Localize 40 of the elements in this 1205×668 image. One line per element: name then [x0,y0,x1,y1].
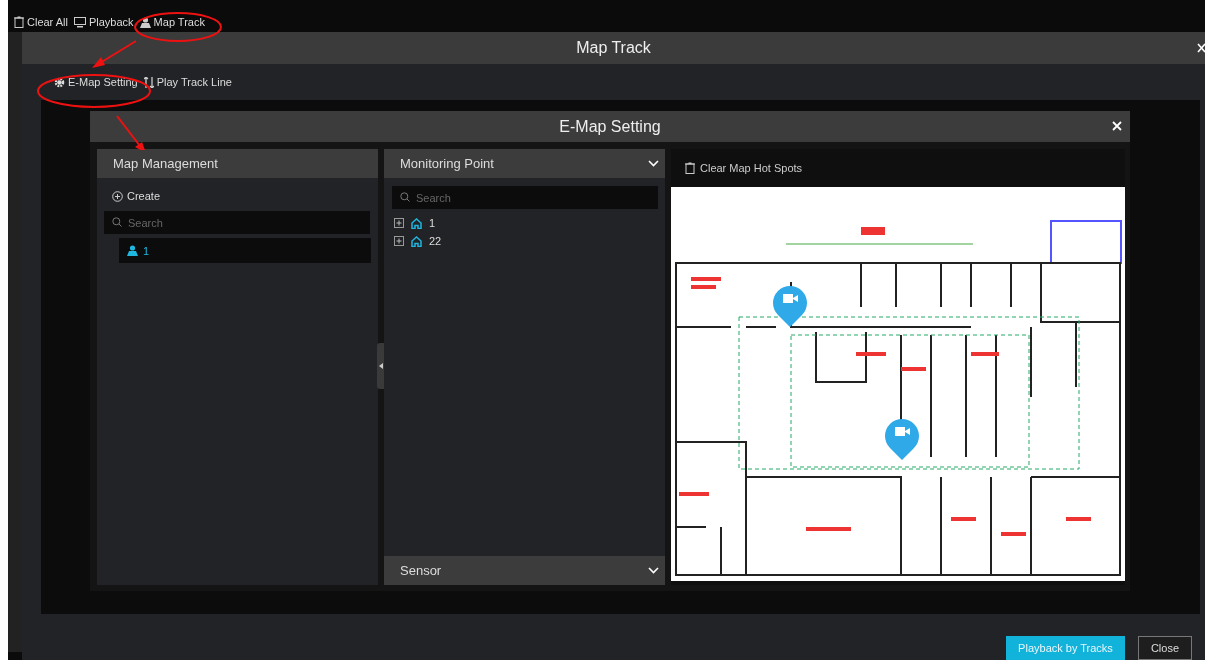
clear-hot-spots-button[interactable]: Clear Map Hot Spots [679,161,809,175]
dialog-title: Map Track [576,39,651,57]
expand-toggle-icon[interactable] [394,218,404,228]
chevron-down-icon[interactable] [648,160,659,167]
search-icon [400,192,410,202]
dialog-title: E-Map Setting [559,117,661,136]
search-icon [112,217,122,227]
tool-button[interactable]: Play Track Line [141,76,234,88]
toolbar-button[interactable]: Clear All [12,16,70,28]
panel-header[interactable]: Monitoring Point [384,149,665,178]
camera-pin-icon[interactable] [885,419,919,460]
create-button[interactable]: Create [106,189,167,203]
home-icon [411,217,422,229]
close-icon[interactable] [1197,43,1205,53]
panel-header[interactable]: Sensor [384,556,665,585]
map-list-item[interactable]: 1 [119,238,371,263]
home-icon [411,235,422,247]
close-icon[interactable] [1112,121,1122,131]
person-pin-icon [127,245,138,256]
expand-toggle-icon[interactable] [394,236,404,246]
tool-button[interactable]: E-Map Setting [52,76,140,88]
track-line-icon [143,76,154,88]
chevron-down-icon[interactable] [648,567,659,574]
person-pin-icon [139,16,151,28]
close-button[interactable]: Close [1137,636,1192,660]
tree-node-label[interactable]: 1 [429,217,436,229]
annotation-arrow [116,115,146,150]
monitor-icon [73,16,86,28]
trash-icon [685,162,695,174]
plus-circle-icon [112,190,123,202]
search-field[interactable]: Search [392,186,658,209]
camera-pin-icon[interactable] [773,286,807,327]
trash-icon [14,16,24,28]
toolbar-button[interactable]: Playback [71,16,136,28]
tree-node-label[interactable]: 22 [429,235,442,247]
annotation-arrow [92,40,137,68]
toolbar-button[interactable]: Map Track [137,16,207,28]
settings-icon [54,76,65,88]
panel-header: Map Management [97,149,378,178]
search-field[interactable]: Search [104,211,370,234]
